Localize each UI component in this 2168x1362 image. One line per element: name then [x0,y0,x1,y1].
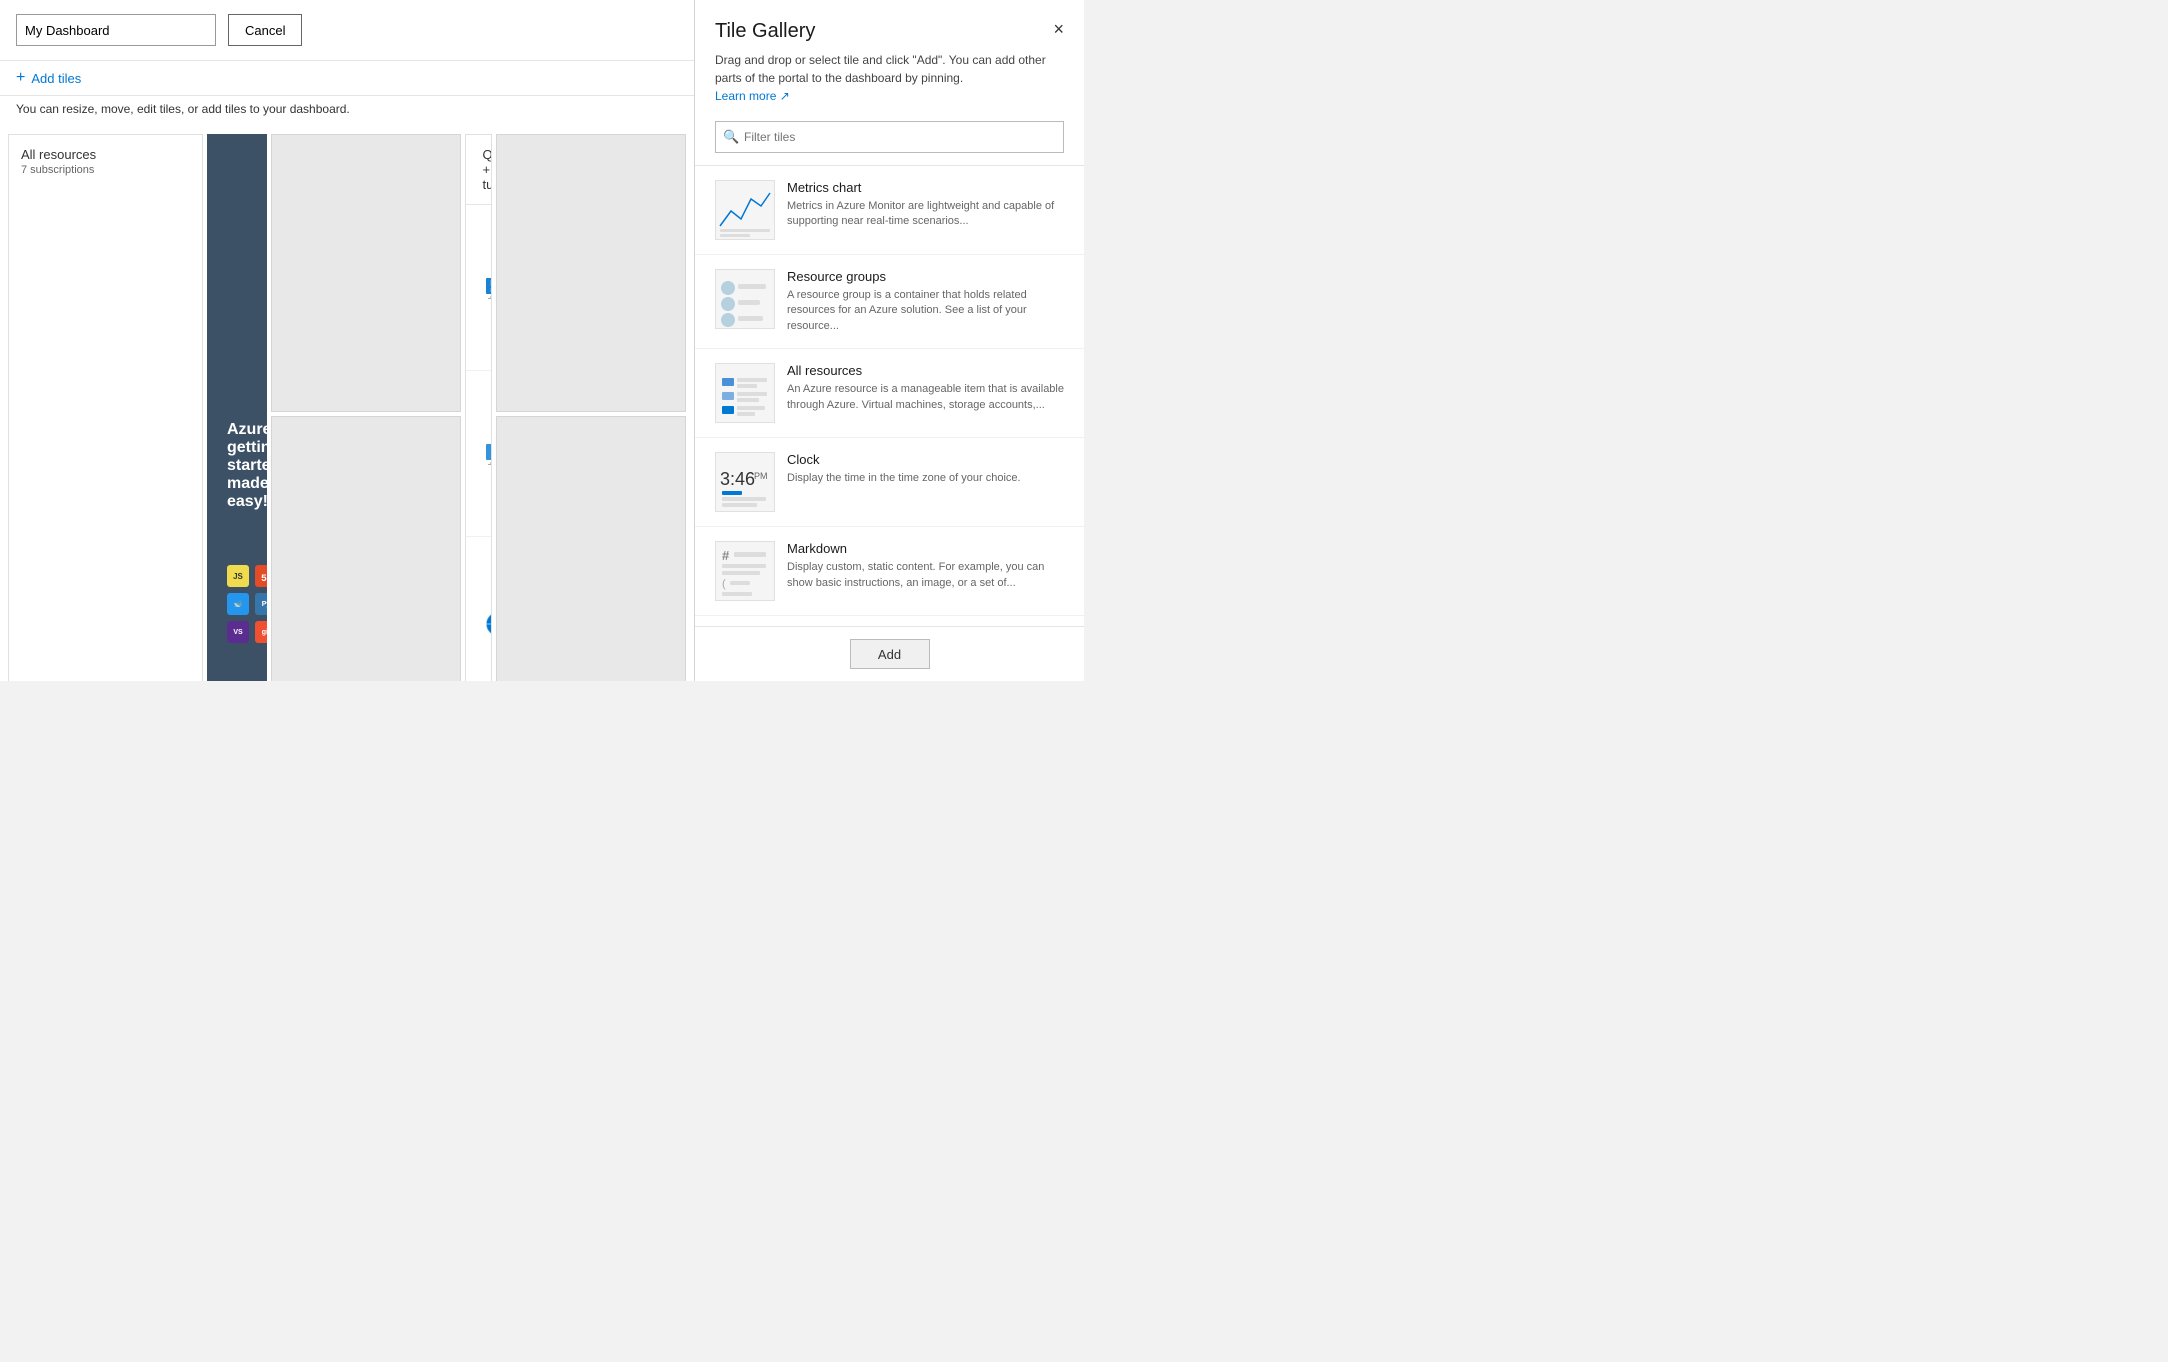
search-icon: 🔍 [723,129,739,145]
small-tile-4 [496,134,686,412]
add-tiles-label: Add tiles [31,71,81,86]
markdown-title: Markdown [787,541,1064,556]
gallery-item-resource-groups[interactable]: Resource groups A resource group is a co… [695,255,1084,349]
plus-icon: + [16,69,25,87]
add-tiles-bar: + Add tiles [0,61,694,96]
markdown-desc: Display custom, static content. For exam… [787,560,1064,591]
clock-thumb: 3:46 PM [715,452,775,512]
markdown-info: Markdown Display custom, static content.… [787,541,1064,591]
clock-info: Clock Display the time in the time zone … [787,452,1021,486]
svg-text:(: ( [722,578,726,590]
gallery-item-markdown[interactable]: # ( Markdown Display custom, static cont… [695,527,1084,616]
tile-getting-started: Azure getting started made easy! JS 5 Az… [207,134,267,681]
gallery-desc: Drag and drop or select tile and click "… [695,51,1084,113]
gallery-search: 🔍 [715,121,1064,153]
grid-row-1: All resources 7 subscriptions ↻ Refresh … [8,134,686,681]
tile-gallery-panel: Tile Gallery × Drag and drop or select t… [694,0,1084,681]
cancel-button[interactable]: Cancel [228,14,302,46]
getting-started-title: Azure getting started made easy! [227,421,247,511]
small-tile-5 [496,416,686,681]
docker-icon: 🐋 [227,593,249,615]
small-tiles-col-2 [496,134,686,681]
subtitle: You can resize, move, edit tiles, or add… [0,96,694,126]
quickstarts-col: Quickstarts + tutorials [465,134,492,681]
gallery-item-clock[interactable]: 3:46 PM Clock Display the time in the ti… [695,438,1084,527]
all-resources-gallery-title: All resources [787,363,1064,378]
gallery-item-metrics[interactable]: Metrics chart Metrics in Azure Monitor a… [695,166,1084,255]
left-panel: Cancel + Add tiles You can resize, move,… [0,0,694,681]
gallery-items-list: Metrics chart Metrics in Azure Monitor a… [695,165,1084,626]
gallery-footer: Add [695,626,1084,681]
quickstarts-header: Quickstarts + tutorials [466,135,492,205]
all-resources-sub: 7 subscriptions [21,164,190,176]
linux-vm-icon [482,438,492,470]
svg-text:PM: PM [754,471,768,481]
small-tile-1 [271,134,461,412]
quickstart-linux-vm[interactable]: Linux Virtual Machines ↗ Provision Ubunt… [466,371,492,537]
gallery-title: Tile Gallery [715,20,815,43]
svg-text:5: 5 [261,573,267,582]
add-tile-button[interactable]: Add [850,639,930,669]
gallery-close-button[interactable]: × [1053,20,1064,38]
gallery-item-all-resources[interactable]: All resources An Azure resource is a man… [695,349,1084,438]
add-tiles-link[interactable]: + Add tiles [16,69,678,87]
gallery-header: Tile Gallery × [695,0,1084,51]
git-icon: git [255,621,267,643]
all-resources-gallery-desc: An Azure resource is a manageable item t… [787,382,1064,413]
resource-groups-info: Resource groups A resource group is a co… [787,269,1064,334]
metrics-info: Metrics chart Metrics in Azure Monitor a… [787,180,1064,230]
markdown-thumb: # ( [715,541,775,601]
vs-icon: VS [227,621,249,643]
clock-desc: Display the time in the time zone of you… [787,471,1021,486]
gallery-item-users-groups[interactable]: Users and groups Display the top Azure A… [695,616,1084,626]
all-resources-info: All resources An Azure resource is a man… [787,363,1064,413]
html5-icon: 5 [255,565,267,587]
quickstart-app-service[interactable]: App Service ↗ Create Web Apps using .NET… [466,537,492,681]
resource-groups-thumb [715,269,775,329]
tile-all-resources[interactable]: All resources 7 subscriptions ↻ Refresh … [8,134,203,681]
external-link-icon: ↗ [780,89,790,103]
dashboard-area: All resources 7 subscriptions ↻ Refresh … [0,126,694,681]
metrics-thumb [715,180,775,240]
filter-tiles-input[interactable] [715,121,1064,153]
dashboard-name-input[interactable] [16,14,216,46]
all-resources-thumb [715,363,775,423]
svg-text:3:46: 3:46 [720,469,755,489]
svg-text:#: # [722,548,730,563]
js-icon: JS [227,565,249,587]
all-resources-title: All resources [21,147,190,162]
clock-title: Clock [787,452,1021,467]
quickstart-windows-vm[interactable]: Windows Virtual Machines ↗ Provision Win… [466,205,492,371]
metrics-title: Metrics chart [787,180,1064,195]
learn-more-link[interactable]: Learn more ↗ [715,89,790,103]
small-tile-2 [271,416,461,681]
resource-groups-title: Resource groups [787,269,1064,284]
small-tiles-col [271,134,461,681]
app-service-icon [482,608,492,640]
gs-content: JS 5 Az .NET 🐋 Py php node VS git [227,521,247,681]
gs-icons: JS 5 Az .NET 🐋 Py php node VS git [227,565,267,645]
top-bar: Cancel [0,0,694,61]
windows-vm-icon [482,272,492,304]
metrics-desc: Metrics in Azure Monitor are lightweight… [787,199,1064,230]
python-icon: Py [255,593,267,615]
resource-groups-desc: A resource group is a container that hol… [787,288,1064,334]
